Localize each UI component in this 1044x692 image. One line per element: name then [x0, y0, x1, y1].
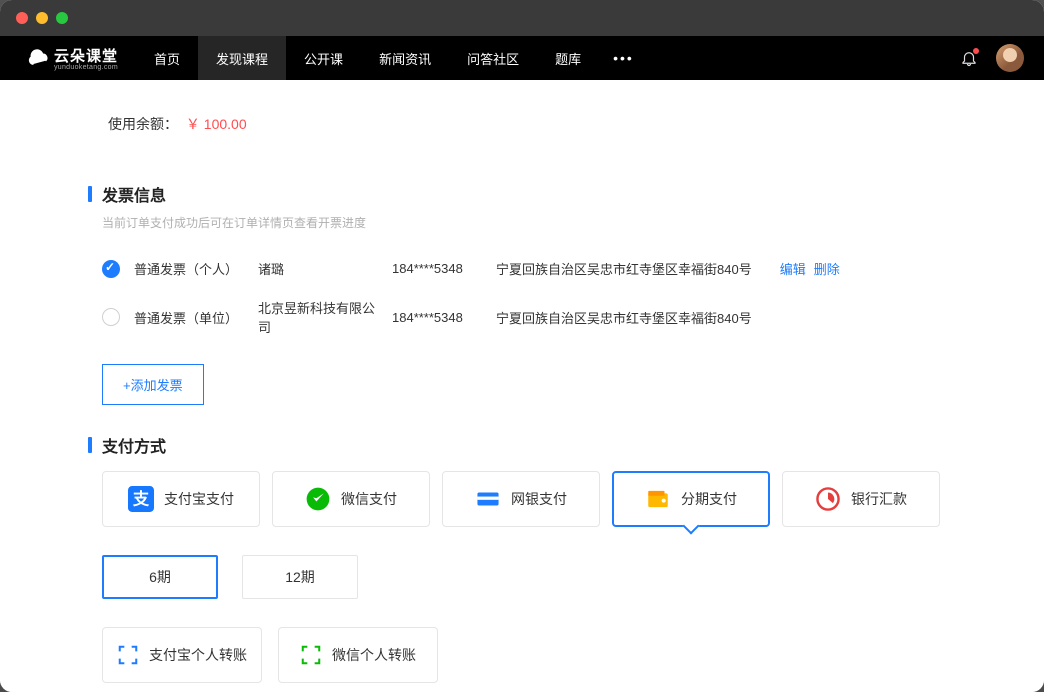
- nav-item[interactable]: 发现课程: [198, 36, 286, 80]
- payment-method-label: 分期支付: [681, 489, 737, 509]
- user-avatar[interactable]: [996, 44, 1024, 72]
- app-window: 云朵课堂 yunduoketang.com 首页发现课程公开课新闻资讯问答社区题…: [0, 0, 1044, 692]
- installment-term-card[interactable]: 12期: [242, 555, 358, 599]
- alipay-icon: 支: [128, 486, 154, 512]
- invoice-radio[interactable]: [102, 308, 120, 326]
- scan-blue-icon: [117, 644, 139, 666]
- wallet-icon: [645, 486, 671, 512]
- invoice-row[interactable]: 普通发票（单位） 北京昱新科技有限公司 184****5348 宁夏回族自治区吴忠市红…: [88, 288, 956, 346]
- nav-item[interactable]: 公开课: [286, 36, 361, 80]
- invoice-actions: 编辑删除: [780, 259, 840, 278]
- nav-more-button[interactable]: •••: [599, 50, 648, 66]
- invoice-type: 普通发票（单位）: [134, 308, 244, 327]
- payment-method-card[interactable]: 分期支付: [612, 471, 770, 527]
- section-title-invoice: 发票信息: [88, 182, 956, 206]
- transfer-method-label: 支付宝个人转账: [149, 645, 247, 665]
- balance-row: 使用余额： ￥ 100.00: [88, 80, 956, 154]
- notification-badge: [973, 48, 979, 54]
- invoice-phone: 184****5348: [392, 310, 482, 325]
- cloud-logo-icon: [28, 47, 50, 69]
- nav-item[interactable]: 首页: [136, 36, 198, 80]
- payment-method-card[interactable]: 微信支付: [272, 471, 430, 527]
- bankcard-icon: [475, 486, 501, 512]
- invoice-row[interactable]: 普通发票（个人） 诸璐 184****5348 宁夏回族自治区吴忠市红寺堡区幸福街84…: [88, 249, 956, 288]
- payment-method-card[interactable]: 网银支付: [442, 471, 600, 527]
- nav-item[interactable]: 新闻资讯: [361, 36, 449, 80]
- invoice-phone: 184****5348: [392, 261, 482, 276]
- page-content: 使用余额： ￥ 100.00 发票信息 当前订单支付成功后可在订单详情页查看开票…: [0, 80, 1044, 692]
- invoice-edit-link[interactable]: 编辑: [780, 259, 806, 278]
- transfer-method-card[interactable]: 支付宝个人转账: [102, 627, 262, 683]
- payment-method-card[interactable]: 支支付宝支付: [102, 471, 260, 527]
- invoice-delete-link[interactable]: 删除: [814, 259, 840, 278]
- logo-subtitle: yunduoketang.com: [54, 64, 118, 71]
- invoice-type: 普通发票（个人）: [134, 259, 244, 278]
- transfer-method-label: 微信个人转账: [332, 645, 416, 665]
- nav-item[interactable]: 题库: [537, 36, 599, 80]
- banklogo-icon: [815, 486, 841, 512]
- close-window-button[interactable]: [16, 12, 28, 24]
- svg-text:支: 支: [132, 490, 150, 509]
- site-logo[interactable]: 云朵课堂 yunduoketang.com: [28, 45, 118, 71]
- top-navigation: 云朵课堂 yunduoketang.com 首页发现课程公开课新闻资讯问答社区题…: [0, 36, 1044, 80]
- wechat-icon: [305, 486, 331, 512]
- invoice-name: 诸璐: [258, 259, 378, 278]
- invoice-address: 宁夏回族自治区吴忠市红寺堡区幸福街840号: [496, 259, 752, 278]
- notification-bell-button[interactable]: [960, 49, 978, 67]
- payment-method-card[interactable]: 银行汇款: [782, 471, 940, 527]
- balance-amount: ￥ 100.00: [186, 116, 247, 132]
- section-title-payment: 支付方式: [88, 433, 956, 457]
- nav-item[interactable]: 问答社区: [449, 36, 537, 80]
- maximize-window-button[interactable]: [56, 12, 68, 24]
- transfer-method-card[interactable]: 微信个人转账: [278, 627, 438, 683]
- payment-method-label: 网银支付: [511, 489, 567, 509]
- installment-term-card[interactable]: 6期: [102, 555, 218, 599]
- payment-method-label: 微信支付: [341, 489, 397, 509]
- invoice-subtitle: 当前订单支付成功后可在订单详情页查看开票进度: [102, 214, 956, 231]
- invoice-radio[interactable]: [102, 260, 120, 278]
- payment-method-label: 支付宝支付: [164, 489, 234, 509]
- minimize-window-button[interactable]: [36, 12, 48, 24]
- window-titlebar: [0, 0, 1044, 36]
- logo-title: 云朵课堂: [54, 45, 118, 66]
- scan-green-icon: [300, 644, 322, 666]
- payment-method-label: 银行汇款: [851, 489, 907, 509]
- invoice-address: 宁夏回族自治区吴忠市红寺堡区幸福街840号: [496, 308, 752, 327]
- invoice-name: 北京昱新科技有限公司: [258, 298, 378, 336]
- balance-label: 使用余额：: [108, 116, 178, 132]
- add-invoice-button[interactable]: +添加发票: [102, 364, 204, 405]
